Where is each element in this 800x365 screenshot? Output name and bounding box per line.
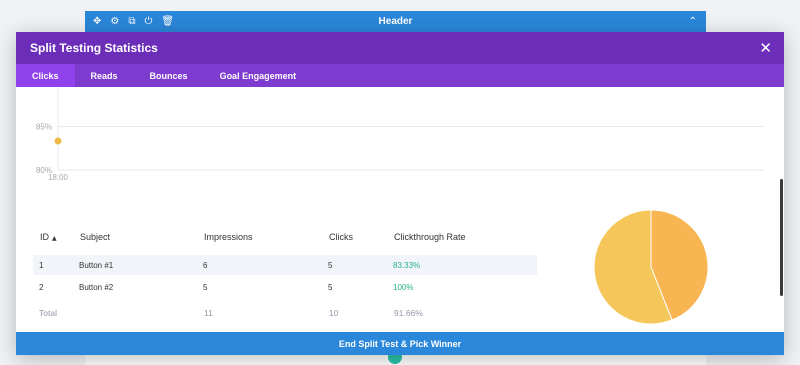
builder-row-header[interactable]: ✥ ⚙ ⧉ ⏻ 🗑 Header ⌃ bbox=[85, 11, 706, 32]
cell-subject: Button #2 bbox=[79, 282, 114, 292]
y-tick-label: 85% bbox=[36, 123, 52, 132]
close-icon[interactable]: ✕ bbox=[759, 39, 772, 57]
col-subject[interactable]: Subject bbox=[80, 232, 110, 242]
table-row: 1 Button #1 6 5 83.33% bbox=[33, 255, 537, 275]
cell-id: 2 bbox=[39, 282, 44, 292]
tab-reads[interactable]: Reads bbox=[75, 64, 134, 87]
col-clicks[interactable]: Clicks bbox=[329, 232, 353, 242]
col-id[interactable]: ID ▲ bbox=[40, 232, 57, 242]
x-tick-label: 18:00 bbox=[48, 173, 69, 182]
cell-impressions: 6 bbox=[203, 260, 208, 270]
table-header: ID ▲ Subject Impressions Clicks Clickthro… bbox=[33, 227, 537, 247]
clicks-pie-chart bbox=[593, 209, 709, 325]
total-ctr: 91.66% bbox=[394, 308, 423, 318]
table-row: 2 Button #2 5 5 100% bbox=[33, 277, 537, 297]
split-test-modal: Split Testing Statistics ✕ Clicks Reads … bbox=[16, 32, 784, 355]
table-total-row: Total 11 10 91.66% bbox=[33, 299, 537, 327]
cell-clicks: 5 bbox=[328, 260, 333, 270]
modal-header: Split Testing Statistics ✕ bbox=[16, 32, 784, 64]
stats-content: 90%85%80%18:00 ID▲ Subject Impressions C… bbox=[16, 87, 784, 332]
clicks-line-chart: 90%85%80%18:00 bbox=[36, 87, 764, 182]
modal-title: Split Testing Statistics bbox=[30, 41, 158, 55]
total-impressions: 11 bbox=[204, 308, 213, 318]
tab-bounces[interactable]: Bounces bbox=[134, 64, 204, 87]
cell-impressions: 5 bbox=[203, 282, 208, 292]
cell-ctr: 100% bbox=[393, 282, 414, 292]
data-point[interactable] bbox=[54, 137, 62, 145]
col-impressions[interactable]: Impressions bbox=[204, 232, 253, 242]
chevron-up-icon[interactable]: ⌃ bbox=[689, 16, 697, 27]
cell-subject: Button #1 bbox=[79, 260, 114, 270]
col-clickthrough-rate[interactable]: Clickthrough Rate bbox=[394, 232, 466, 242]
cell-id: 1 bbox=[39, 260, 44, 270]
scrollbar[interactable] bbox=[780, 179, 783, 296]
cell-clicks: 5 bbox=[328, 282, 333, 292]
sort-asc-icon: ▲ bbox=[52, 235, 57, 242]
tab-goal-engagement[interactable]: Goal Engagement bbox=[204, 64, 313, 87]
total-label: Total bbox=[39, 308, 57, 318]
stats-table: ID ▲ Subject Impressions Clicks Clickthro… bbox=[33, 227, 537, 327]
row-title: Header bbox=[378, 16, 413, 27]
total-clicks: 10 bbox=[329, 308, 339, 318]
stats-tabs: Clicks Reads Bounces Goal Engagement bbox=[16, 64, 784, 87]
y-tick-label: 90% bbox=[36, 87, 52, 88]
tab-clicks[interactable]: Clicks bbox=[16, 64, 75, 87]
cell-ctr: 83.33% bbox=[393, 260, 421, 270]
end-split-test-button[interactable]: End Split Test & Pick Winner bbox=[16, 332, 784, 355]
